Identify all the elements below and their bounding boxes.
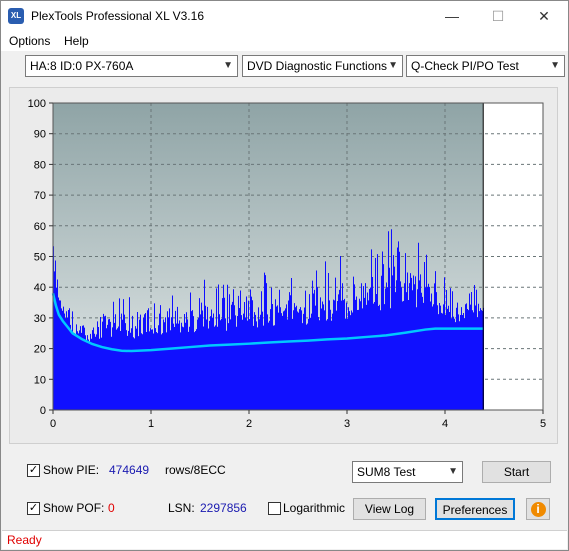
- lsn-label: LSN:: [168, 501, 195, 515]
- preferences-button[interactable]: Preferences: [435, 498, 515, 520]
- y-tick-label: 90: [34, 129, 46, 141]
- y-tick-label: 70: [34, 190, 46, 202]
- y-tick-label: 30: [34, 313, 46, 325]
- menu-bar: Options Help: [1, 31, 568, 51]
- chevron-down-icon: ▼: [223, 60, 233, 71]
- pie-unit: rows/8ECC: [165, 463, 226, 477]
- pof-value: 0: [108, 501, 115, 515]
- menu-help[interactable]: Help: [64, 34, 89, 48]
- maximize-button[interactable]: ☐: [475, 1, 521, 31]
- window-title: PlexTools Professional XL V3.16: [31, 9, 204, 23]
- logarithmic-checkbox[interactable]: [268, 502, 281, 515]
- controls-panel: ✓ Show PIE: 474649 rows/8ECC SUM8 Test ▼…: [9, 454, 558, 524]
- drive-select[interactable]: HA:8 ID:0 PX-760A ▼: [25, 55, 238, 77]
- y-tick-label: 40: [34, 282, 46, 294]
- close-button[interactable]: ✕: [521, 1, 567, 31]
- y-tick-label: 50: [34, 252, 46, 264]
- show-pie-checkbox[interactable]: ✓: [27, 464, 40, 477]
- show-pie-label: Show PIE:: [43, 463, 100, 477]
- logarithmic-label: Logarithmic: [283, 501, 346, 515]
- x-tick-label: 1: [148, 418, 154, 430]
- x-tick-label: 2: [246, 418, 252, 430]
- test-select[interactable]: Q-Check PI/PO Test ▼: [406, 55, 565, 77]
- pie-value: 474649: [109, 463, 150, 477]
- function-select[interactable]: DVD Diagnostic Functions ▼: [242, 55, 403, 77]
- chevron-down-icon: ▼: [388, 60, 398, 71]
- x-tick-label: 0: [50, 418, 56, 430]
- y-tick-label: 80: [34, 159, 46, 171]
- pie-chart: 0 10 20 30 40 50 60 70 80 90 100 0 1 2 3 4 5: [28, 98, 546, 430]
- chevron-down-icon: ▼: [550, 60, 560, 71]
- sum8-select[interactable]: SUM8 Test ▼: [352, 461, 463, 483]
- drive-select-value: HA:8 ID:0 PX-760A: [30, 59, 134, 73]
- chart-panel: 0 10 20 30 40 50 60 70 80 90 100 0 1 2 3 4 5: [9, 87, 558, 444]
- minimize-button[interactable]: —: [429, 1, 475, 31]
- info-button[interactable]: i: [526, 498, 550, 520]
- sum8-select-value: SUM8 Test: [357, 465, 416, 479]
- menu-options[interactable]: Options: [9, 34, 50, 48]
- x-tick-label: 5: [540, 418, 546, 430]
- start-button[interactable]: Start: [482, 461, 551, 483]
- y-tick-label: 100: [28, 98, 46, 110]
- chevron-down-icon: ▼: [448, 466, 458, 477]
- y-tick-label: 60: [34, 221, 46, 233]
- x-tick-label: 3: [344, 418, 350, 430]
- show-pof-checkbox[interactable]: ✓: [27, 502, 40, 515]
- show-pof-label: Show POF:: [43, 501, 105, 515]
- y-tick-label: 20: [34, 344, 46, 356]
- check-mark-icon: ✓: [28, 464, 39, 476]
- x-tick-label: 4: [442, 418, 448, 430]
- test-select-value: Q-Check PI/PO Test: [411, 59, 519, 73]
- info-icon: i: [530, 502, 546, 517]
- check-mark-icon: ✓: [28, 502, 39, 514]
- title-bar: XL PlexTools Professional XL V3.16 — ☐ ✕: [1, 1, 568, 31]
- status-bar: Ready: [2, 530, 567, 549]
- lsn-value: 2297856: [200, 501, 247, 515]
- function-select-value: DVD Diagnostic Functions: [247, 59, 388, 73]
- y-tick-label: 0: [40, 405, 46, 417]
- view-log-button[interactable]: View Log: [353, 498, 426, 520]
- y-tick-label: 10: [34, 374, 46, 386]
- main-window: XL PlexTools Professional XL V3.16 — ☐ ✕…: [0, 0, 569, 551]
- app-logo-icon: XL: [8, 8, 24, 24]
